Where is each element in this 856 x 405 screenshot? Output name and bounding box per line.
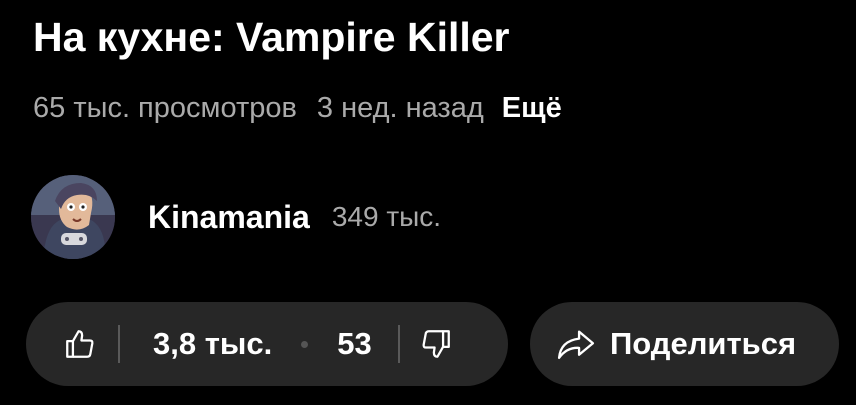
share-label: Поделиться [610,326,797,361]
view-count: 65 тыс. просмотров [33,92,297,124]
channel-name[interactable]: Kinamania [148,199,310,236]
dislike-button[interactable] [418,326,454,362]
channel-row[interactable]: Kinamania 349 тыс. [31,175,441,259]
dislike-divider [397,325,400,363]
publish-date: 3 нед. назад [316,92,484,124]
channel-avatar[interactable] [31,175,115,259]
separator-dot [301,340,309,348]
like-dislike-pill: 3,8 тыс. 53 [26,302,508,386]
subscriber-count: 349 тыс. [331,201,442,232]
video-meta: 65 тыс. просмотров 3 нед. назад Ещё [33,92,562,125]
video-title: На кухне: Vampire Killer [33,14,510,60]
thumbs-up-icon [66,330,94,358]
share-arrow-icon [557,330,595,359]
more-button[interactable]: Ещё [502,92,562,125]
like-divider [118,325,120,363]
comment-count[interactable]: 53 [337,326,371,362]
like-button[interactable] [62,326,98,362]
share-button[interactable]: Поделиться [530,302,839,386]
like-count[interactable]: 3,8 тыс. [153,326,272,362]
thumbs-down-icon [422,330,450,358]
